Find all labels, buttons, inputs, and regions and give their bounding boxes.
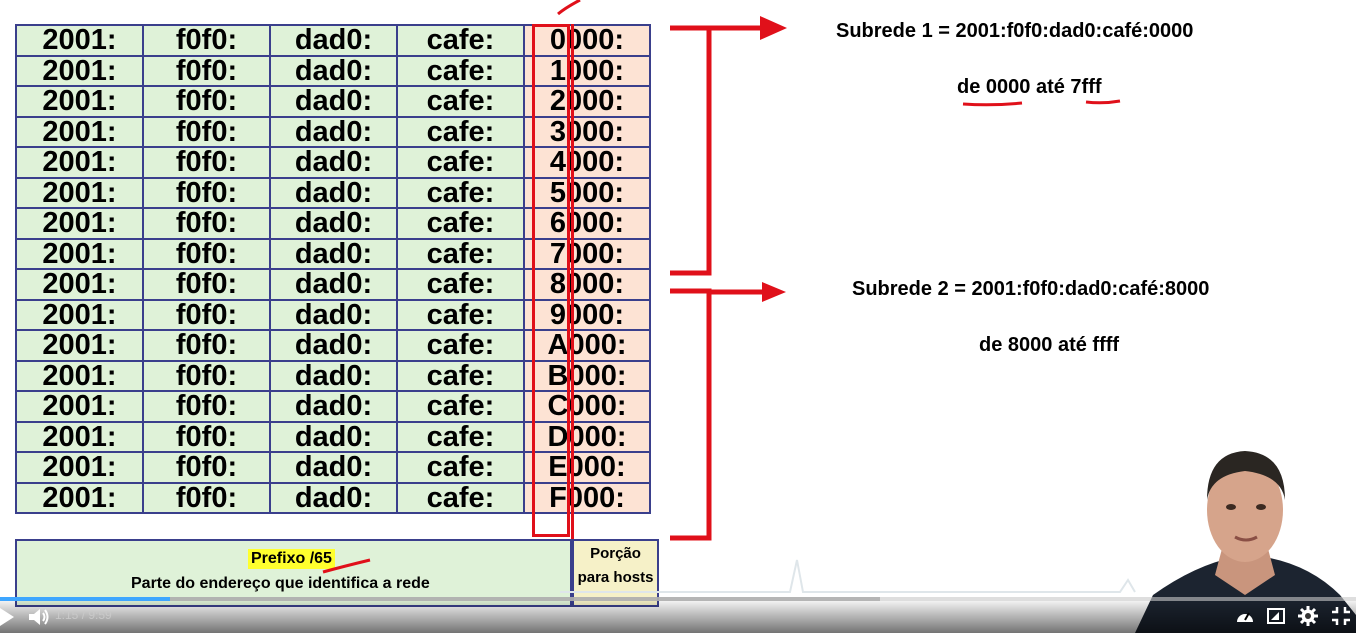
pen-stroke-prefix bbox=[322, 558, 371, 574]
subnet-2-title: Subrede 2 = 2001:f0f0:dad0:café:8000 bbox=[852, 278, 1210, 300]
underline-0000 bbox=[962, 101, 1023, 107]
subnet-1-range: de 0000 até 7fff bbox=[957, 76, 1102, 98]
speed-icon[interactable] bbox=[1235, 607, 1255, 625]
subnet-1-bracket bbox=[670, 25, 712, 276]
settings-icon[interactable] bbox=[1298, 606, 1318, 626]
subnet-2-range: de 8000 até ffff bbox=[979, 334, 1120, 356]
subnet-1-arrowhead-icon bbox=[760, 16, 787, 40]
player-controls: 1:15 / 9:59 bbox=[0, 601, 1356, 633]
volume-icon[interactable] bbox=[29, 608, 49, 626]
subnet-2-arrowhead-icon bbox=[762, 282, 786, 302]
play-icon[interactable] bbox=[0, 608, 14, 626]
pen-stroke-top bbox=[557, 0, 581, 16]
video-frame[interactable]: 2001: f0f0: dad0: cafe: 0000: 2001: f0f0: dad0:… bbox=[0, 0, 1356, 633]
underline-7fff bbox=[1085, 99, 1121, 105]
subnet-1-title: Subrede 1 = 2001:f0f0:dad0:café:0000 bbox=[836, 20, 1194, 42]
time-display: 1:15 / 9:59 bbox=[55, 608, 112, 622]
subnet-2-bracket bbox=[670, 288, 712, 541]
miniplayer-icon[interactable] bbox=[1267, 607, 1285, 625]
audio-waveform bbox=[560, 559, 1136, 593]
exit-fullscreen-icon[interactable] bbox=[1332, 607, 1350, 625]
